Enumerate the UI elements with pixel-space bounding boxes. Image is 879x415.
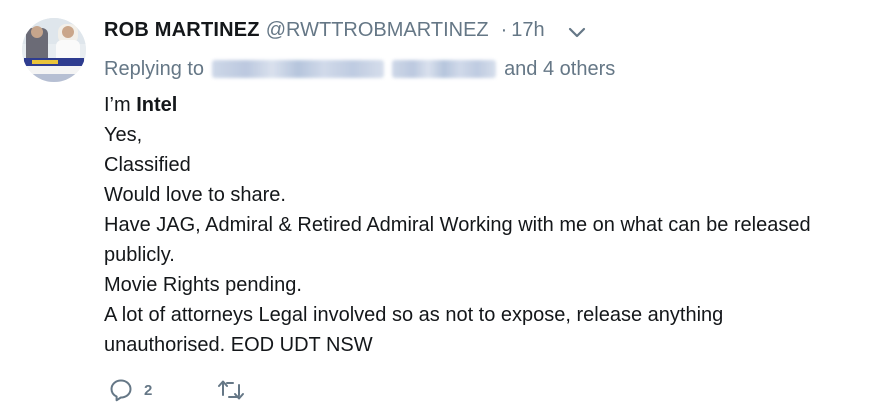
reply-count: 2 bbox=[144, 381, 153, 399]
retweet-icon bbox=[218, 380, 245, 400]
bold-text: Intel bbox=[136, 94, 178, 116]
reply-bubble-icon bbox=[110, 379, 132, 402]
tweet-text: I’m Intel Yes, Classified Would love to … bbox=[104, 90, 864, 360]
tweet: ROB MARTINEZ @RWTTROBMARTINEZ · 17h Repl… bbox=[0, 0, 879, 415]
tweet-text-line: publicly. bbox=[104, 244, 175, 266]
replying-prefix: Replying to bbox=[104, 57, 205, 80]
avatar[interactable] bbox=[22, 18, 86, 82]
tweet-text-line: Classified bbox=[104, 154, 191, 176]
timestamp[interactable]: 17h bbox=[511, 19, 544, 42]
avatar-image bbox=[22, 18, 86, 82]
tweet-text-line: Movie Rights pending. bbox=[104, 274, 302, 296]
tweet-text-line: Yes, bbox=[104, 124, 143, 146]
tweet-text-line: Would love to share. bbox=[104, 184, 286, 206]
tweet-text-line: I’m Intel bbox=[104, 90, 864, 120]
author-name[interactable]: ROB MARTINEZ bbox=[104, 19, 260, 42]
text-segment: I’m bbox=[104, 94, 137, 116]
redacted-mention[interactable] bbox=[392, 60, 497, 78]
retweet-button[interactable] bbox=[216, 377, 246, 403]
tweet-text-line: Have JAG, Admiral & Retired Admiral Work… bbox=[104, 214, 811, 236]
replying-others-link[interactable]: and 4 others bbox=[504, 58, 615, 81]
reply-button[interactable]: 2 bbox=[108, 377, 152, 403]
replying-to: Replying to and 4 others bbox=[104, 55, 615, 83]
more-options-button[interactable] bbox=[566, 22, 588, 42]
author-handle[interactable]: @RWTTROBMARTINEZ bbox=[266, 19, 489, 42]
tweet-text-line: A lot of attorneys Legal involved so as … bbox=[104, 304, 724, 326]
chevron-down-icon bbox=[568, 27, 586, 38]
redacted-mention[interactable] bbox=[212, 60, 385, 78]
tweet-text-line: unauthorised. EOD UDT NSW bbox=[104, 334, 373, 356]
tweet-header: ROB MARTINEZ @RWTTROBMARTINEZ · 17h bbox=[104, 15, 545, 45]
tweet-actions: 2 bbox=[108, 376, 246, 404]
separator-dot: · bbox=[500, 18, 508, 41]
